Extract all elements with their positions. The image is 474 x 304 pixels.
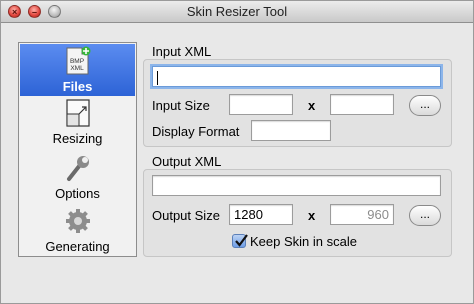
input-browse-button[interactable]: ...: [409, 95, 441, 116]
input-xml-path-field[interactable]: [152, 66, 441, 87]
sidebar-item-label: Files: [62, 79, 93, 94]
bmp-xml-file-icon: BMP XML: [66, 46, 91, 75]
output-browse-button[interactable]: ...: [409, 205, 441, 226]
svg-text:XML: XML: [70, 65, 84, 72]
sidebar-item-options[interactable]: Options: [20, 151, 135, 203]
svg-text:BMP: BMP: [70, 58, 84, 65]
sidebar-item-label: Resizing: [52, 131, 103, 146]
gear-icon: [66, 209, 90, 233]
title-bar[interactable]: × – Skin Resizer Tool: [1, 1, 473, 23]
times-label: x: [308, 98, 316, 113]
resize-icon: [66, 99, 90, 127]
app-window: × – Skin Resizer Tool BMP XML Files Resi…: [0, 0, 474, 304]
checkmark-icon: [235, 234, 248, 247]
keep-scale-label[interactable]: Keep Skin in scale: [250, 234, 357, 249]
keep-scale-checkbox[interactable]: [232, 234, 248, 248]
sidebar-item-resizing[interactable]: Resizing: [20, 96, 135, 148]
output-height-field[interactable]: 960: [330, 204, 394, 225]
display-format-field[interactable]: [251, 120, 331, 141]
input-size-label: Input Size: [152, 98, 210, 113]
sidebar-item-files[interactable]: BMP XML Files: [20, 44, 135, 96]
window-title: Skin Resizer Tool: [186, 4, 288, 19]
wrench-icon: [67, 156, 89, 181]
sidebar: BMP XML Files Resizing Options Generatin…: [18, 42, 137, 257]
sidebar-item-label: Generating: [45, 239, 110, 254]
sidebar-item-label: Options: [55, 186, 100, 201]
sidebar-item-generating[interactable]: Generating: [20, 204, 135, 256]
input-height-field[interactable]: [330, 94, 394, 115]
output-size-label: Output Size: [152, 208, 220, 223]
text-caret: [157, 70, 158, 85]
output-xml-group: Output Size 1280 x 960 ... Keep Skin in …: [143, 169, 452, 257]
output-xml-heading: Output XML: [152, 154, 222, 169]
input-width-field[interactable]: [229, 94, 293, 115]
times-label: x: [308, 208, 316, 223]
input-xml-group: Input Size x ... Display Format: [143, 59, 452, 147]
output-width-field[interactable]: 1280: [229, 204, 293, 225]
output-xml-path-field[interactable]: [152, 175, 441, 196]
display-format-label: Display Format: [152, 124, 240, 139]
input-xml-heading: Input XML: [152, 44, 212, 59]
